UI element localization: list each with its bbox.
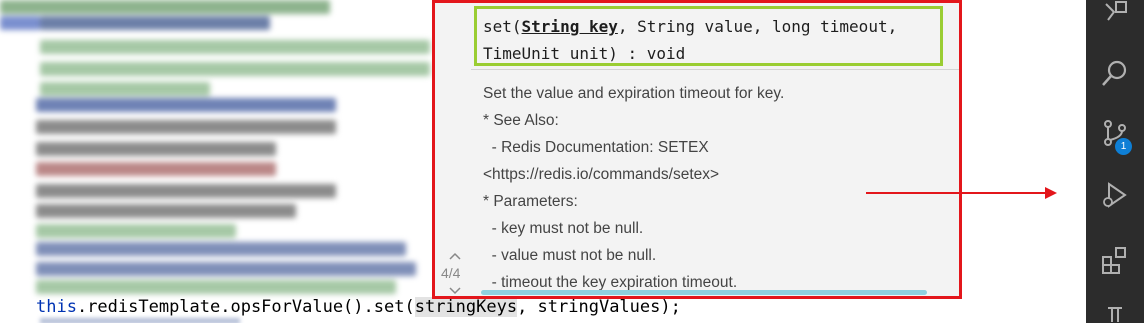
active-parameter: String key [521,17,618,36]
run-debug-icon[interactable] [1100,180,1130,210]
doc-line: - key must not be null. [483,220,644,237]
search-icon[interactable] [1100,58,1130,88]
signature-highlight-box: set(String key, String value, long timeo… [474,6,943,66]
hover-doc-popup[interactable]: set(String key, String value, long timeo… [432,0,962,299]
annotation-arrow-line [866,192,1046,194]
doc-line: - Redis Documentation: SETEX [483,139,709,156]
doc-link[interactable]: <https://redis.io/commands/setex> [483,166,719,183]
testing-icon[interactable] [1100,300,1130,330]
doc-line: Set the value and expiration timeout for… [483,85,785,102]
code-this-keyword: this [36,297,77,317]
doc-line: * See Also: [483,112,559,129]
overload-next-button[interactable] [449,283,461,296]
horizontal-scrollbar[interactable] [481,290,927,295]
annotation-arrow-head [1045,187,1057,199]
source-control-badge: 1 [1115,138,1132,155]
code-end: , stringValues); [517,297,681,317]
overload-prev-button[interactable] [449,248,461,263]
doc-text: Set the value and expiration timeout for… [483,80,784,296]
activity-bar [1086,0,1144,323]
overload-counter: 4/4 [441,265,461,281]
doc-line: - value must not be null. [483,247,657,264]
extensions-alt-icon[interactable] [1100,0,1130,30]
blurred-next-line [40,318,240,323]
chevron-down-icon [449,287,461,295]
code-line-set-call[interactable]: this.redisTemplate.opsForValue().set(str… [36,297,681,317]
code-call: .redisTemplate.opsForValue().set( [76,297,415,317]
method-signature: set(String key, String value, long timeo… [483,17,898,63]
extensions-icon[interactable] [1100,245,1130,275]
code-highlighted-arg[interactable]: stringKeys [414,297,518,317]
chevron-up-icon [449,252,461,260]
doc-line: - timeout the key expiration timeout. [483,274,738,291]
doc-line: * Parameters: [483,193,578,210]
popup-divider [471,69,959,70]
